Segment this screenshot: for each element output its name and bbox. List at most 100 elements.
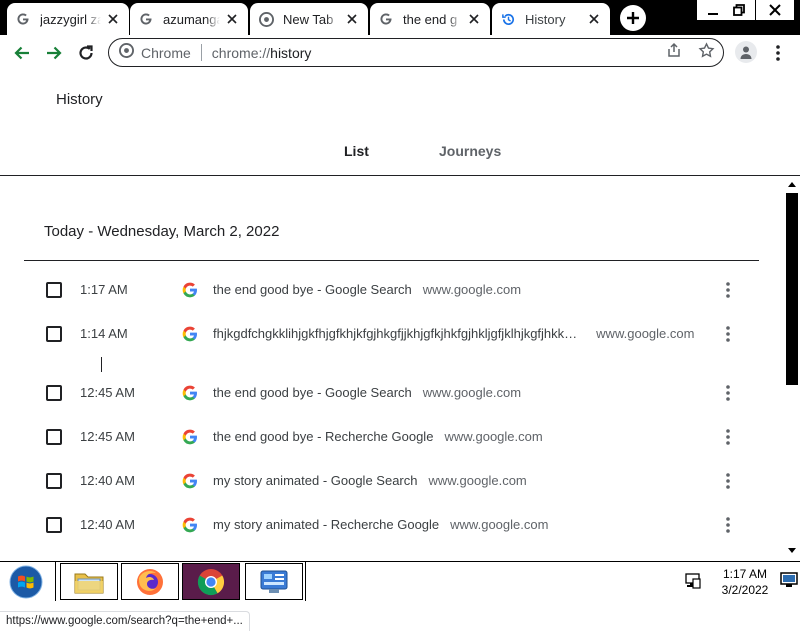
forward-button[interactable] xyxy=(40,39,68,67)
more-actions-button[interactable] xyxy=(720,324,736,344)
history-row[interactable]: 1:17 AM the end good bye - Google Search… xyxy=(24,269,759,313)
back-button[interactable] xyxy=(8,39,36,67)
scrollbar-thumb[interactable] xyxy=(786,193,798,385)
close-window-button[interactable] xyxy=(756,0,794,20)
row-checkbox[interactable] xyxy=(46,326,62,342)
browser-menu-button[interactable] xyxy=(770,43,786,63)
entry-domain: www.google.com xyxy=(422,282,522,297)
more-actions-button[interactable] xyxy=(720,515,736,535)
entry-title[interactable]: the end good bye - Recherche Google xyxy=(213,429,433,444)
visit-time: 12:40 AM xyxy=(80,473,135,488)
browser-toolbar: Chrome chrome://history xyxy=(0,35,800,71)
tab-title: the end g xyxy=(403,11,458,27)
folder-icon xyxy=(74,573,104,593)
more-vert-icon xyxy=(726,385,730,401)
restore-button[interactable] xyxy=(723,0,755,20)
history-row[interactable]: 1:14 AM fhjkgdfchgkklihjgkfhjgfkhjkfgjhk… xyxy=(24,313,759,357)
control-panel-taskbar-button[interactable] xyxy=(245,563,303,600)
close-icon[interactable] xyxy=(224,11,240,27)
arrow-right-icon xyxy=(47,46,62,60)
entry-title[interactable]: fhjkgdfchgkklihjgkfhjgfkhjkfgjhkgfjjkhjg… xyxy=(213,326,577,341)
show-desktop-icon[interactable] xyxy=(780,572,798,588)
more-actions-button[interactable] xyxy=(720,383,736,403)
reload-icon xyxy=(79,45,93,60)
system-clock[interactable]: 1:17 AM 3/2/2022 xyxy=(712,566,778,598)
tab-new-tab[interactable]: New Tab xyxy=(250,3,368,35)
visit-time: 12:45 AM xyxy=(80,429,135,444)
entry-title[interactable]: my story animated - Recherche Google xyxy=(213,517,439,532)
history-entry-link[interactable]: my story animated - Google Search www.go… xyxy=(213,473,527,488)
tab-journeys[interactable]: Journeys xyxy=(439,143,501,159)
history-row[interactable]: 12:40 AM my story animated - Recherche G… xyxy=(24,504,759,548)
visit-time: 1:14 AM xyxy=(80,326,128,341)
scroll-up-arrow[interactable] xyxy=(786,179,798,189)
tab-azumanga[interactable]: azumanga xyxy=(130,3,248,35)
omnibox-divider xyxy=(200,44,202,61)
history-tabs: List Journeys xyxy=(0,131,800,173)
tab-the-end[interactable]: the end g xyxy=(370,3,490,35)
entry-title[interactable]: the end good bye - Google Search xyxy=(213,282,412,297)
minimize-icon xyxy=(708,13,718,15)
history-entry-link[interactable]: fhjkgdfchgkklihjgkfhjgfkhjkfgjhkgfjjkhjg… xyxy=(213,326,694,341)
chrome-taskbar-button[interactable] xyxy=(182,563,240,600)
more-vert-icon xyxy=(726,517,730,533)
google-g-icon xyxy=(378,11,394,27)
visit-time: 12:40 AM xyxy=(80,517,135,532)
tab-jazzygirl[interactable]: jazzygirl za xyxy=(7,3,129,35)
text-cursor-ibeam xyxy=(101,357,102,372)
taskbar-divider xyxy=(305,562,306,601)
history-page: History List Journeys Today - Wednesday,… xyxy=(0,71,800,631)
url-text[interactable]: chrome://history xyxy=(212,45,312,61)
entry-title[interactable]: my story animated - Google Search xyxy=(213,473,417,488)
entry-domain: www.google.com xyxy=(422,385,522,400)
link-status-bubble: https://www.google.com/search?q=the+end+… xyxy=(0,611,250,631)
entry-title[interactable]: the end good bye - Google Search xyxy=(213,385,412,400)
close-icon xyxy=(769,4,781,16)
row-checkbox[interactable] xyxy=(46,473,62,489)
address-bar[interactable]: Chrome chrome://history xyxy=(108,38,724,67)
more-vert-icon xyxy=(726,282,730,298)
network-icon[interactable] xyxy=(684,572,702,590)
more-vert-icon xyxy=(726,429,730,445)
row-checkbox[interactable] xyxy=(46,429,62,445)
scroll-down-arrow[interactable] xyxy=(786,545,798,555)
history-row[interactable]: 12:45 AM the end good bye - Recherche Go… xyxy=(24,416,759,460)
new-tab-button[interactable] xyxy=(620,5,646,31)
history-entry-link[interactable]: the end good bye - Recherche Google www.… xyxy=(213,429,543,444)
row-checkbox[interactable] xyxy=(46,517,62,533)
history-entry-link[interactable]: the end good bye - Google Search www.goo… xyxy=(213,385,521,400)
history-row[interactable]: 12:40 AM my story animated - Google Sear… xyxy=(24,460,759,504)
more-actions-button[interactable] xyxy=(720,471,736,491)
google-g-icon xyxy=(15,11,31,27)
tab-history[interactable]: History xyxy=(492,3,610,35)
url-path: history xyxy=(270,44,312,61)
history-entry-link[interactable]: my story animated - Recherche Google www… xyxy=(213,517,548,532)
share-button[interactable] xyxy=(665,41,683,59)
reload-button[interactable] xyxy=(72,39,100,67)
taskbar: 1:17 AM 3/2/2022 xyxy=(0,561,800,601)
close-icon[interactable] xyxy=(105,11,121,27)
more-vert-icon xyxy=(776,45,780,61)
clock-date: 3/2/2022 xyxy=(721,583,769,597)
tab-list[interactable]: List xyxy=(344,143,369,159)
more-actions-button[interactable] xyxy=(720,427,736,447)
person-icon xyxy=(740,46,752,59)
history-row[interactable]: 12:45 AM the end good bye - Google Searc… xyxy=(24,372,759,416)
google-g-icon xyxy=(182,385,197,401)
firefox-taskbar-button[interactable] xyxy=(121,563,179,600)
row-checkbox[interactable] xyxy=(46,385,62,401)
start-button[interactable] xyxy=(4,563,48,600)
date-divider xyxy=(24,260,759,261)
profile-avatar[interactable] xyxy=(735,41,757,63)
history-icon xyxy=(500,11,516,27)
bookmark-button[interactable] xyxy=(697,41,715,59)
url-scheme: chrome:// xyxy=(211,44,271,61)
close-icon[interactable] xyxy=(466,11,482,27)
close-icon[interactable] xyxy=(344,11,360,27)
history-entry-link[interactable]: the end good bye - Google Search www.goo… xyxy=(213,282,521,297)
close-icon[interactable] xyxy=(586,11,602,27)
more-actions-button[interactable] xyxy=(720,280,736,300)
row-checkbox[interactable] xyxy=(46,282,62,298)
explorer-taskbar-button[interactable] xyxy=(60,563,118,600)
restore-icon xyxy=(733,4,745,16)
